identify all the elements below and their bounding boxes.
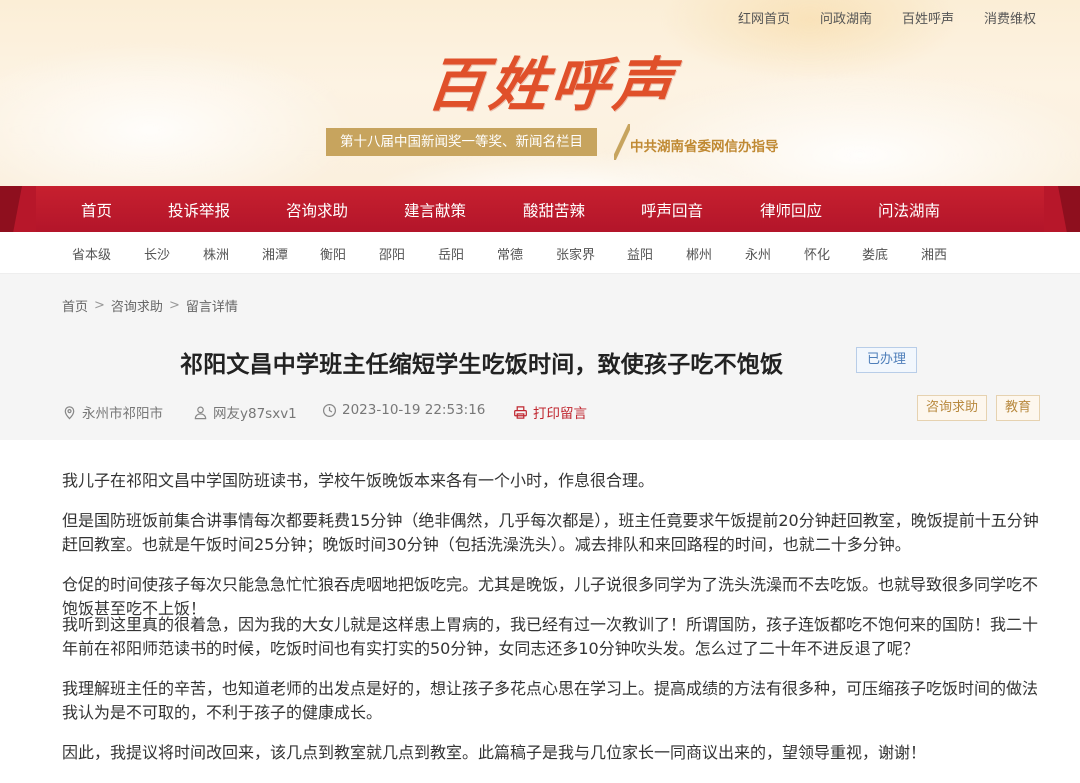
site-logo[interactable]: 百姓呼声 bbox=[424, 38, 681, 122]
city-item-xiangxi[interactable]: 湘西 bbox=[921, 244, 947, 263]
user-icon bbox=[194, 406, 207, 419]
nav-item-life[interactable]: 酸甜苦辣 bbox=[523, 199, 585, 221]
city-item-loudi[interactable]: 娄底 bbox=[862, 244, 888, 263]
breadcrumb: 首页 > 咨询求助 > 留言详情 bbox=[62, 296, 238, 315]
city-item-yiyang[interactable]: 益阳 bbox=[627, 244, 653, 263]
guide-text: 中共湖南省委网信办指导 bbox=[630, 139, 779, 155]
status-badge: 已办理 bbox=[856, 347, 918, 373]
print-label: 打印留言 bbox=[533, 406, 587, 422]
post-header: 首页 > 咨询求助 > 留言详情 祁阳文昌中学班主任缩短学生吃饭时间，致使孩子吃… bbox=[0, 274, 1080, 440]
award-divider bbox=[614, 124, 630, 160]
top-link-consumer-rights[interactable]: 消费维权 bbox=[984, 8, 1036, 27]
city-item-zhuzhou[interactable]: 株洲 bbox=[203, 244, 229, 263]
breadcrumb-current: 留言详情 bbox=[185, 300, 238, 315]
main-nav: 首页 投诉举报 咨询求助 建言献策 酸甜苦辣 呼声回音 律师回应 问法湖南 bbox=[0, 186, 1080, 232]
post-paragraph: 因此，我提议将时间改回来，该几点到教室就几点到教室。此篇稿子是我与几位家长一同商… bbox=[62, 743, 927, 762]
meta-author: 网友y87sxv1 bbox=[193, 402, 297, 422]
city-item-huaihua[interactable]: 怀化 bbox=[804, 244, 830, 263]
nav-item-suggest[interactable]: 建言献策 bbox=[404, 199, 466, 221]
location-pin-icon bbox=[64, 405, 75, 419]
clock-icon bbox=[322, 403, 337, 417]
city-item-chenzhou[interactable]: 郴州 bbox=[686, 244, 712, 263]
banner: 红网首页 问政湖南 百姓呼声 消费维权 百姓呼声 第十八届中国新闻奖一等奖、新闻… bbox=[0, 0, 1080, 186]
city-item-xiangtan[interactable]: 湘潭 bbox=[262, 244, 288, 263]
breadcrumb-home[interactable]: 首页 bbox=[62, 296, 88, 315]
post-paragraph: 但是国防班饭前集合讲事情每次都要耗费15分钟（绝非偶然，几乎每次都是），班主任竟… bbox=[62, 511, 1039, 554]
breadcrumb-separator: > bbox=[94, 298, 105, 313]
top-link-rednet-home[interactable]: 红网首页 bbox=[738, 8, 790, 27]
city-item-province[interactable]: 省本级 bbox=[72, 244, 111, 263]
city-item-hengyang[interactable]: 衡阳 bbox=[320, 244, 346, 263]
breadcrumb-consult[interactable]: 咨询求助 bbox=[111, 296, 163, 315]
nav-item-response[interactable]: 呼声回音 bbox=[641, 199, 703, 221]
tag-education[interactable]: 教育 bbox=[996, 395, 1041, 421]
award-badge: 第十八届中国新闻奖一等奖、新闻名栏目 bbox=[326, 128, 597, 156]
author-name: 网友y87sxv1 bbox=[213, 406, 297, 422]
post-datetime: 2023-10-19 22:53:16 bbox=[342, 402, 486, 418]
breadcrumb-separator: > bbox=[168, 298, 180, 313]
top-links: 红网首页 问政湖南 百姓呼声 消费维权 bbox=[738, 8, 1036, 27]
post-paragraph: 我儿子在祁阳文昌中学国防班读书，学校午饭晚饭本来各有一个小时，作息很合理。 bbox=[62, 471, 655, 490]
city-item-changsha[interactable]: 长沙 bbox=[144, 244, 170, 263]
top-link-baixing-husheng[interactable]: 百姓呼声 bbox=[902, 8, 954, 27]
meta-datetime: 2023-10-19 22:53:16 bbox=[322, 402, 485, 418]
post-paragraph: 我理解班主任的辛苦，也知道老师的出发点是好的，想让孩子多花点心思在学习上。提高成… bbox=[62, 679, 1039, 722]
tag-consult[interactable]: 咨询求助 bbox=[917, 395, 988, 421]
page-title: 祁阳文昌中学班主任缩短学生吃饭时间，致使孩子吃不饱饭 bbox=[180, 352, 784, 378]
nav-item-home[interactable]: 首页 bbox=[81, 199, 112, 221]
nav-item-lawyer[interactable]: 律师回应 bbox=[760, 199, 822, 221]
city-nav: 省本级 长沙 株洲 湘潭 衡阳 邵阳 岳阳 常德 张家界 益阳 郴州 永州 怀化… bbox=[0, 232, 1080, 274]
city-item-yueyang[interactable]: 岳阳 bbox=[438, 244, 464, 263]
nav-item-complaints[interactable]: 投诉举报 bbox=[168, 199, 230, 221]
print-button[interactable]: 打印留言 bbox=[513, 402, 587, 422]
city-item-zhangjiajie[interactable]: 张家界 bbox=[556, 244, 595, 263]
page: 红网首页 问政湖南 百姓呼声 消费维权 百姓呼声 第十八届中国新闻奖一等奖、新闻… bbox=[0, 0, 1080, 783]
nav-item-law-hunan[interactable]: 问法湖南 bbox=[878, 199, 940, 221]
nav-item-consult[interactable]: 咨询求助 bbox=[286, 199, 348, 221]
city-item-yongzhou[interactable]: 永州 bbox=[745, 244, 771, 263]
printer-icon bbox=[514, 405, 527, 419]
meta-location: 永州市祁阳市 bbox=[62, 402, 163, 422]
city-item-changde[interactable]: 常德 bbox=[497, 244, 523, 263]
location-text: 永州市祁阳市 bbox=[82, 406, 163, 422]
city-item-shaoyang[interactable]: 邵阳 bbox=[379, 244, 405, 263]
top-link-wenzheng-hunan[interactable]: 问政湖南 bbox=[820, 8, 872, 27]
post-paragraph: 我听到这里真的很着急，因为我的大女儿就是这样患上胃病的，我已经有过一次教训了！所… bbox=[62, 615, 1039, 658]
